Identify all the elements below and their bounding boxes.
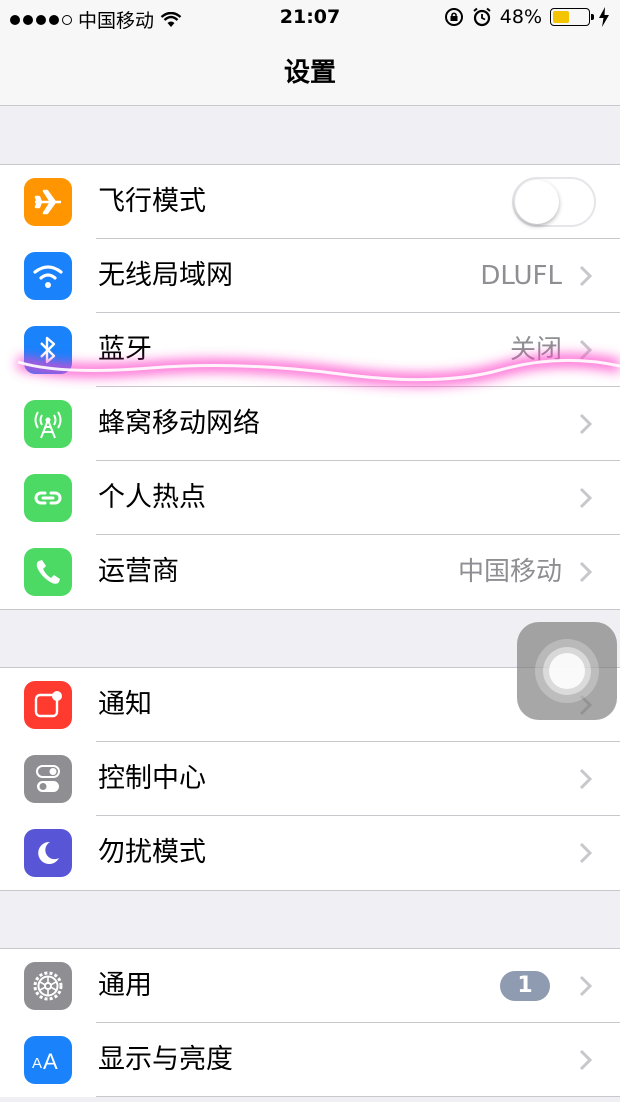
svg-text:A: A (32, 1055, 42, 1072)
row-label: 勿扰模式 (98, 837, 206, 868)
page-title: 设置 (283, 58, 336, 88)
row-do-not-disturb[interactable]: 勿扰模式 (0, 816, 620, 890)
settings-group-connectivity: 飞行模式 无线局域网 DLUFL 蓝牙 关闭 蜂窝移动网络 个人热点 运营商 中… (0, 164, 620, 610)
update-badge: 1 (500, 971, 550, 1001)
hotspot-icon (24, 474, 72, 522)
bluetooth-status-value: 关闭 (509, 335, 562, 365)
bluetooth-icon (24, 326, 72, 374)
phone-icon (24, 548, 72, 596)
row-personal-hotspot[interactable]: 个人热点 (0, 461, 620, 535)
notifications-icon (24, 681, 72, 729)
chevron-right-icon (579, 265, 593, 287)
row-cellular[interactable]: 蜂窝移动网络 (0, 387, 620, 461)
chevron-right-icon (579, 561, 593, 583)
chevron-right-icon (579, 487, 593, 509)
row-display-brightness[interactable]: A A 显示与亮度 (0, 1023, 620, 1097)
row-label: 通知 (98, 689, 152, 720)
row-label: 运营商 (98, 556, 179, 587)
row-general[interactable]: 通用 1 (0, 949, 620, 1023)
airplane-mode-toggle[interactable] (512, 177, 596, 227)
row-label: 无线局域网 (98, 260, 233, 291)
text-size-icon: A A (24, 1036, 72, 1084)
carrier-value: 中国移动 (457, 557, 562, 587)
control-center-icon (24, 755, 72, 803)
status-bar: 中国移动 21:07 48% (0, 0, 620, 36)
row-label: 通用 (98, 970, 152, 1001)
chevron-right-icon (579, 413, 593, 435)
row-label: 飞行模式 (98, 186, 206, 217)
row-bluetooth[interactable]: 蓝牙 关闭 (0, 313, 620, 387)
chevron-right-icon (579, 768, 593, 790)
row-control-center[interactable]: 控制中心 (0, 742, 620, 816)
wifi-network-value: DLUFL (480, 261, 562, 291)
row-wifi[interactable]: 无线局域网 DLUFL (0, 239, 620, 313)
chevron-right-icon (579, 339, 593, 361)
navigation-bar: 设置 (0, 36, 620, 106)
cellular-icon (24, 400, 72, 448)
row-airplane-mode[interactable]: 飞行模式 (0, 165, 620, 239)
rotation-lock-icon (444, 8, 463, 26)
assistive-touch-button[interactable] (517, 622, 617, 720)
moon-icon (24, 829, 72, 877)
chevron-right-icon (579, 842, 593, 864)
battery-icon (550, 8, 594, 26)
row-label: 个人热点 (98, 482, 206, 513)
row-carrier[interactable]: 运营商 中国移动 (0, 535, 620, 609)
chevron-right-icon (579, 975, 593, 997)
alarm-icon (473, 7, 491, 27)
row-label: 蓝牙 (98, 334, 152, 365)
row-label: 蜂窝移动网络 (98, 408, 260, 439)
settings-screen: 中国移动 21:07 48% 设置 飞行模式 无线局域网 DLUFL 蓝牙 关闭… (0, 0, 620, 1102)
svg-text:A: A (43, 1049, 58, 1072)
battery-percent: 48% (499, 6, 542, 28)
row-label: 控制中心 (98, 763, 206, 794)
charging-bolt-icon (599, 7, 609, 27)
row-label: 显示与亮度 (98, 1044, 233, 1075)
chevron-right-icon (579, 1049, 593, 1071)
settings-group-general: 通用 1 A A 显示与亮度 (0, 948, 620, 1097)
wifi-icon (24, 252, 72, 300)
gear-icon (24, 962, 72, 1010)
status-right: 48% (444, 6, 610, 28)
airplane-icon (24, 178, 72, 226)
